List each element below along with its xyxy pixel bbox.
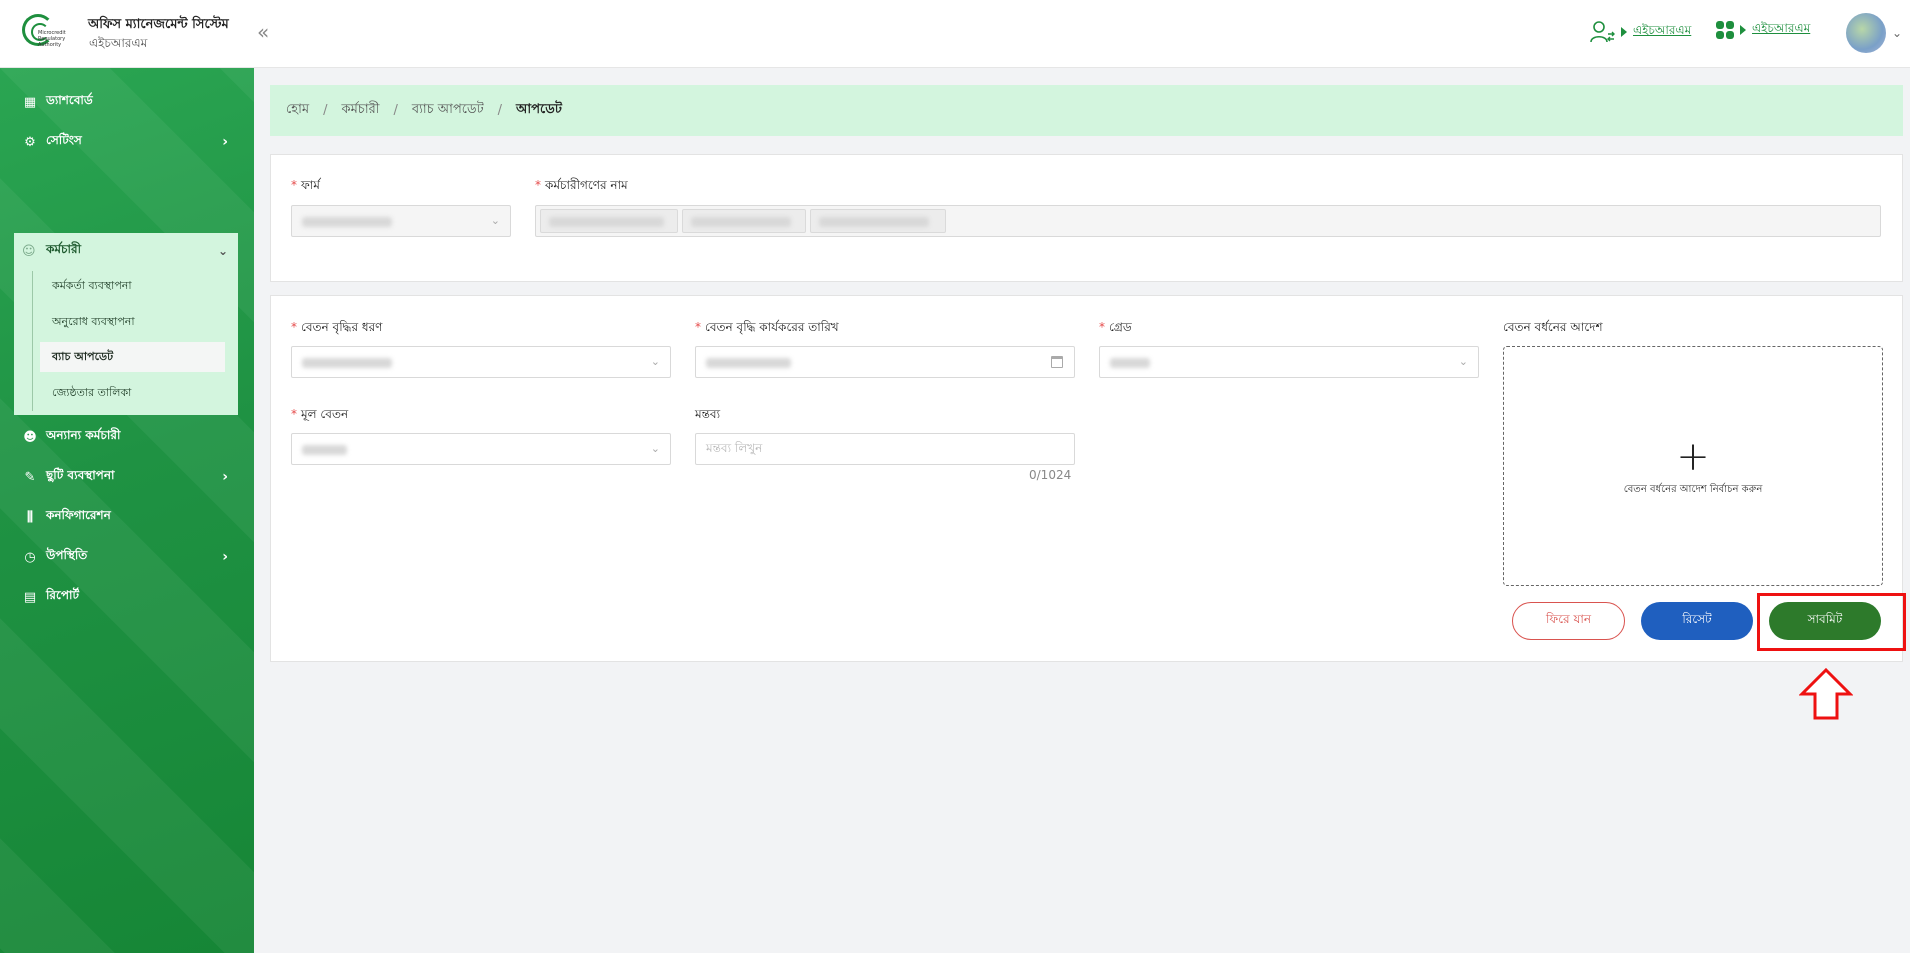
chevron-down-icon: ⌄	[490, 214, 500, 227]
logo-text: Microcredit Regulatory Authority	[38, 30, 66, 48]
sidebar-item-label: ড্যাশবোর্ড	[46, 93, 93, 107]
app-title: অফিস ম্যানেজমেন্ট সিস্টেম	[88, 17, 229, 32]
role-switch[interactable]: এইচআরএম	[1589, 20, 1691, 44]
chevron-down-icon: ⌄	[650, 442, 660, 455]
clock-icon: ◷	[24, 549, 36, 565]
sidebar-item-label: কনফিগারেশন	[46, 508, 111, 522]
sidebar-item-label: অন্যান্য কর্মচারী	[46, 428, 121, 442]
gear-icon: ⚙	[24, 134, 36, 150]
calendar-icon	[1051, 356, 1063, 368]
breadcrumb-separator: /	[323, 103, 328, 118]
role-link[interactable]: এইচআরএম	[1633, 22, 1691, 42]
grade-select[interactable]: ⌄	[1099, 346, 1479, 378]
arrow-right-icon	[1740, 25, 1746, 35]
breadcrumb: হোম / কর্মচারী / ব্যাচ আপডেট / আপডেট	[270, 85, 1903, 136]
employees-multiselect[interactable]	[535, 205, 1881, 237]
basic-salary-label: * মূল বেতন	[291, 407, 349, 421]
arrow-right-icon	[1621, 27, 1627, 37]
effective-date-picker[interactable]	[695, 346, 1075, 378]
sidebar-subitem-officer-management[interactable]: কর্মকর্তা ব্যবস্থাপনা	[40, 271, 225, 301]
breadcrumb-employee[interactable]: কর্মচারী	[341, 100, 379, 121]
sliders-icon: ⫼	[27, 509, 33, 525]
app-subtitle: এইচআরএম	[89, 36, 148, 50]
plus-icon: +	[1676, 434, 1710, 480]
sidebar-subitem-batch-update[interactable]: ব্যাচ আপডেট	[40, 342, 225, 372]
sidebar-group-employee: ☺ কর্মচারী ⌄ কর্মকর্তা ব্যবস্থাপনা অনুরো…	[14, 233, 238, 415]
employee-tag[interactable]	[810, 209, 946, 233]
chevron-down-icon: ⌄	[650, 355, 660, 368]
sidebar-item-label: রিপোর্ট	[46, 588, 80, 602]
sidebar-item-leave-management[interactable]: ✎ ছুটি ব্যবস্থাপনা ›	[14, 459, 238, 495]
app-link[interactable]: এইচআরএম	[1752, 20, 1810, 40]
sidebar: ▦ ড্যাশবোর্ড ⚙ সেটিংস › ☺ কর্মচারী ⌄ কর্…	[0, 68, 254, 953]
chevron-down-icon: ⌄	[217, 244, 228, 258]
leave-icon: ✎	[24, 469, 36, 485]
comment-label: মন্তব্য	[695, 407, 721, 421]
employee-icon: ☺	[22, 243, 36, 259]
sidebar-item-employee[interactable]: ☺ কর্মচারী ⌄	[14, 233, 238, 269]
basic-salary-value-blurred	[302, 445, 347, 455]
breadcrumb-batch-update[interactable]: ব্যাচ আপডেট	[412, 100, 484, 121]
collapse-sidebar-button[interactable]: «	[257, 20, 269, 44]
salary-order-upload[interactable]: + বেতন বর্ধনের আদেশ নির্বাচন করুন	[1503, 346, 1883, 586]
submit-highlight-box	[1757, 593, 1906, 651]
chevron-down-icon: ⌄	[1458, 355, 1468, 368]
sidebar-item-label: উপস্থিতি	[46, 548, 88, 562]
selection-card: * ফার্ম ⌄ * কর্মচারীগণের নাম	[270, 154, 1903, 282]
sidebar-item-other-employees[interactable]: ☻ অন্যান্য কর্মচারী	[14, 419, 238, 455]
breadcrumb-home[interactable]: হোম	[286, 100, 309, 121]
grade-value-blurred	[1110, 358, 1150, 368]
sidebar-item-settings[interactable]: ⚙ সেটিংস ›	[14, 124, 238, 160]
arrow-up-icon	[1799, 668, 1853, 720]
increment-type-label: * বেতন বৃদ্ধির ধরণ	[291, 320, 383, 334]
upload-hint: বেতন বর্ধনের আদেশ নির্বাচন করুন	[1623, 484, 1763, 495]
sidebar-item-label: ছুটি ব্যবস্থাপনা	[46, 468, 115, 482]
employee-tag[interactable]	[540, 209, 678, 233]
basic-salary-select[interactable]: ⌄	[291, 433, 671, 465]
salary-order-label: বেতন বর্ধনের আদেশ	[1503, 320, 1603, 334]
effective-date-label: * বেতন বৃদ্ধি কার্যকরের তারিখ	[695, 320, 839, 334]
top-header: Microcredit Regulatory Authority অফিস ম্…	[0, 0, 1910, 68]
chevron-right-icon: ›	[222, 469, 228, 485]
sidebar-subitem-seniority-list[interactable]: জ্যেষ্ঠতার তালিকা	[40, 378, 225, 408]
reset-button[interactable]: রিসেট	[1641, 602, 1753, 640]
user-switch-icon	[1590, 21, 1615, 43]
chevron-right-icon: ›	[222, 134, 228, 150]
firm-select[interactable]: ⌄	[291, 205, 511, 237]
employee-tag[interactable]	[682, 209, 806, 233]
chevron-down-icon[interactable]: ⌄	[1892, 26, 1902, 40]
app-switch[interactable]: এইচআরএম	[1716, 20, 1810, 40]
submenu-line	[32, 271, 33, 411]
breadcrumb-current: আপডেট	[516, 102, 562, 117]
sidebar-item-label: কর্মচারী	[46, 242, 82, 256]
sidebar-item-report[interactable]: ▤ রিপোর্ট	[14, 579, 238, 615]
apps-grid-icon	[1716, 21, 1734, 39]
firm-value-blurred	[302, 217, 392, 227]
breadcrumb-separator: /	[393, 103, 398, 118]
grade-label: * গ্রেড	[1099, 320, 1132, 334]
employees-label: * কর্মচারীগণের নাম	[535, 178, 628, 192]
comment-textarea[interactable]: মন্তব্য লিখুন	[695, 433, 1075, 465]
dashboard-icon: ▦	[23, 94, 37, 110]
increment-type-value-blurred	[302, 358, 392, 368]
sidebar-item-configuration[interactable]: ⫼ কনফিগারেশন	[14, 499, 238, 535]
report-icon: ▤	[23, 589, 37, 605]
firm-label: * ফার্ম	[291, 178, 320, 192]
increment-type-select[interactable]: ⌄	[291, 346, 671, 378]
back-button[interactable]: ফিরে যান	[1512, 602, 1625, 640]
sidebar-item-dashboard[interactable]: ▦ ড্যাশবোর্ড	[14, 84, 238, 120]
avatar[interactable]	[1846, 13, 1886, 53]
effective-date-value-blurred	[706, 358, 791, 368]
sidebar-subitem-request-management[interactable]: অনুরোধ ব্যবস্থাপনা	[40, 307, 225, 337]
sidebar-item-attendance[interactable]: ◷ উপস্থিতি ›	[14, 539, 238, 575]
breadcrumb-separator: /	[497, 103, 503, 118]
users-icon: ☻	[23, 429, 37, 445]
chevron-right-icon: ›	[222, 549, 228, 565]
sidebar-item-label: সেটিংস	[46, 133, 82, 147]
comment-counter: 0/1024	[1029, 468, 1072, 482]
